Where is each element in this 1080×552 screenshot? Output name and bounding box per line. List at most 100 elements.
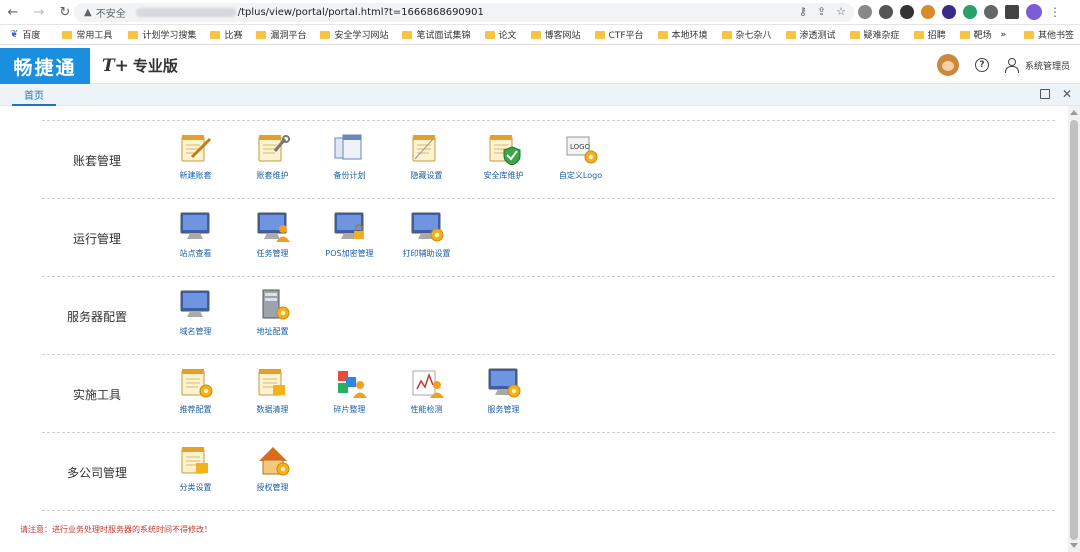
function-item[interactable]: 任务管理 (234, 209, 311, 259)
scroll-up-icon[interactable] (1070, 110, 1078, 115)
function-item[interactable]: 服务管理 (465, 365, 542, 415)
sidepanel-icon[interactable] (1005, 5, 1019, 19)
function-item[interactable]: 授权管理 (234, 443, 311, 493)
other-bookmarks[interactable]: 其他书签 (1038, 28, 1074, 41)
bookmarks-more-button[interactable]: » (1000, 30, 1006, 40)
category-settings-icon[interactable] (178, 443, 214, 477)
function-item[interactable]: 推荐配置 (157, 365, 234, 415)
function-label[interactable]: 打印辅助设置 (403, 248, 451, 259)
license-manage-icon[interactable] (255, 443, 291, 477)
function-item[interactable]: POS加密管理 (311, 209, 388, 259)
function-label[interactable]: 安全库维护 (484, 170, 524, 181)
bookmark-item[interactable]: 渗透测试 (785, 28, 836, 41)
bookmark-item[interactable]: 靶场 (959, 28, 992, 41)
bookmark-item[interactable]: ❦ 百度 (10, 28, 40, 41)
fullscreen-icon[interactable] (1039, 89, 1050, 99)
extension-icon[interactable] (921, 5, 935, 19)
share-icon[interactable]: ⇪ (817, 5, 826, 18)
function-item[interactable]: 备份计划 (311, 131, 388, 181)
pos-encrypt-icon[interactable] (332, 209, 368, 243)
function-item[interactable]: 安全库维护 (465, 131, 542, 181)
function-label[interactable]: 推荐配置 (180, 404, 212, 415)
bookmark-item[interactable]: 博客网站 (530, 28, 581, 41)
bookmark-item[interactable]: 常用工具 (62, 28, 112, 41)
scrollbar[interactable] (1068, 106, 1080, 552)
function-label[interactable]: 自定义Logo (559, 170, 602, 181)
function-label[interactable]: 站点查看 (180, 248, 212, 259)
forward-icon[interactable]: → (26, 0, 52, 25)
bookmark-item[interactable]: 招聘 (913, 28, 946, 41)
backup-plan-icon[interactable] (332, 131, 368, 165)
function-item[interactable]: 碎片整理 (311, 365, 388, 415)
key-icon[interactable]: ⚷ (799, 5, 807, 18)
book-maintain-icon[interactable] (255, 131, 291, 165)
security-lib-icon[interactable] (486, 131, 522, 166)
function-item[interactable]: 地址配置 (234, 287, 311, 337)
function-label[interactable]: 分类设置 (180, 482, 212, 493)
user-icon[interactable] (1004, 58, 1019, 73)
domain-monitor-icon[interactable] (178, 287, 214, 321)
function-label[interactable]: 任务管理 (257, 248, 289, 259)
function-item[interactable]: LOGO 自定义Logo (542, 131, 619, 181)
scroll-down-icon[interactable] (1070, 543, 1078, 548)
brand-logo[interactable]: 畅捷通 (0, 48, 90, 84)
custom-logo-icon[interactable]: LOGO (563, 131, 599, 165)
scroll-thumb[interactable] (1070, 120, 1078, 540)
service-manage-icon[interactable] (486, 365, 522, 399)
function-label[interactable]: 服务管理 (488, 404, 520, 415)
function-label[interactable]: 授权管理 (257, 482, 289, 493)
function-label[interactable]: 性能检测 (411, 404, 443, 415)
tab-home[interactable]: 首页 (12, 84, 56, 106)
bookmark-item[interactable]: 比赛 (210, 28, 242, 41)
extension-icon[interactable] (942, 5, 956, 19)
new-book-icon[interactable] (178, 131, 214, 165)
star-icon[interactable]: ☆ (836, 5, 846, 18)
close-icon[interactable]: ✕ (1062, 87, 1072, 101)
function-item[interactable]: 站点查看 (157, 209, 234, 259)
function-label[interactable]: POS加密管理 (325, 248, 373, 259)
function-label[interactable]: 新建账套 (180, 170, 212, 181)
data-clean-icon[interactable] (255, 365, 291, 399)
puzzle-icon[interactable] (984, 5, 998, 19)
mascot-icon[interactable] (936, 54, 959, 76)
address-config-icon[interactable] (255, 287, 291, 321)
function-item[interactable]: 数据清理 (234, 365, 311, 415)
extension-icon[interactable] (963, 5, 977, 19)
bookmark-item[interactable]: 计划学习搜集 (128, 28, 196, 41)
bookmark-item[interactable]: CTF平台 (594, 28, 644, 41)
function-label[interactable]: 数据清理 (257, 404, 289, 415)
function-item[interactable]: 隐藏设置 (388, 131, 465, 181)
function-label[interactable]: 碎片整理 (334, 404, 366, 415)
defrag-icon[interactable] (332, 365, 368, 399)
bookmark-item[interactable]: 疑难杂症 (849, 28, 900, 41)
function-item[interactable]: 性能检测 (388, 365, 465, 415)
function-label[interactable]: 备份计划 (334, 170, 366, 181)
hide-settings-icon[interactable] (409, 131, 445, 165)
site-monitor-icon[interactable] (178, 209, 214, 243)
performance-icon[interactable] (409, 365, 445, 399)
user-name[interactable]: 系统管理员 (1025, 59, 1070, 72)
function-label[interactable]: 隐藏设置 (411, 170, 443, 181)
function-item[interactable]: 域名管理 (157, 287, 234, 337)
function-label[interactable]: 域名管理 (180, 326, 212, 337)
recommend-config-icon[interactable] (178, 365, 214, 399)
function-label[interactable]: 地址配置 (257, 326, 289, 337)
function-item[interactable]: 分类设置 (157, 443, 234, 493)
back-icon[interactable]: ← (0, 0, 26, 25)
print-settings-icon[interactable] (409, 209, 445, 243)
function-item[interactable]: 打印辅助设置 (388, 209, 465, 259)
address-bar[interactable]: ▲ 不安全 /tplus/view/portal/portal.html?t=1… (74, 3, 854, 22)
bookmark-item[interactable]: 漏洞平台 (256, 28, 306, 41)
profile-avatar[interactable] (1026, 4, 1042, 20)
task-manage-icon[interactable] (255, 209, 291, 243)
function-item[interactable]: 账套维护 (234, 131, 311, 181)
help-icon[interactable]: ? (974, 58, 989, 72)
extension-icon[interactable] (900, 5, 914, 19)
extension-icon[interactable] (879, 5, 893, 19)
bookmark-item[interactable]: 杂七杂八 (721, 28, 772, 41)
function-item[interactable]: 新建账套 (157, 131, 234, 181)
function-label[interactable]: 账套维护 (257, 170, 289, 181)
extension-icon[interactable] (858, 5, 872, 19)
bookmark-item[interactable]: 本地环境 (657, 28, 708, 41)
bookmark-item[interactable]: 安全学习网站 (320, 28, 388, 41)
